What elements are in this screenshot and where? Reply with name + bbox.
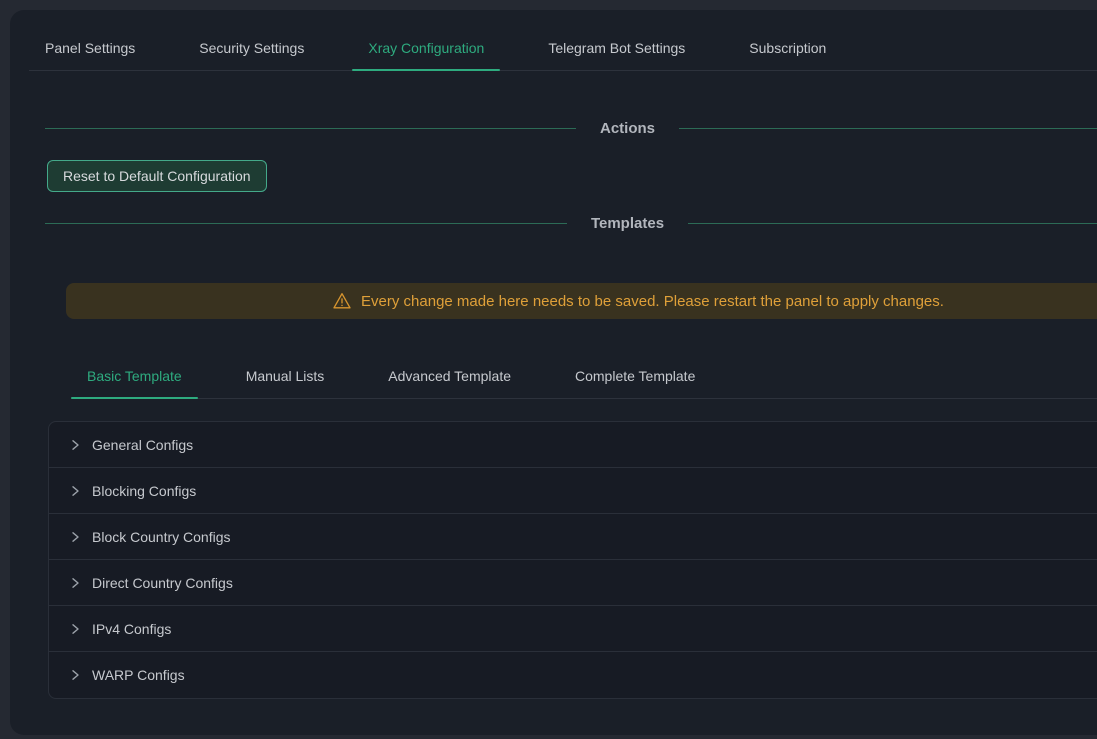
tab-subscription[interactable]: Subscription <box>733 26 842 70</box>
templates-divider-label: Templates <box>567 215 688 232</box>
config-panel-label: Blocking Configs <box>92 483 196 499</box>
template-tabbar: Basic Template Manual Lists Advanced Tem… <box>71 354 1097 399</box>
chevron-right-icon <box>69 577 81 589</box>
config-panel-label: WARP Configs <box>92 667 185 683</box>
tab-complete-template[interactable]: Complete Template <box>559 354 711 398</box>
settings-tab-label: Subscription <box>749 40 826 56</box>
template-tab-label: Manual Lists <box>246 368 325 384</box>
config-panel-label: General Configs <box>92 437 193 453</box>
tab-xray-configuration[interactable]: Xray Configuration <box>352 26 500 70</box>
reset-to-default-button[interactable]: Reset to Default Configuration <box>47 160 267 192</box>
settings-tab-label: Telegram Bot Settings <box>548 40 685 56</box>
settings-tabbar: Panel Settings Security Settings Xray Co… <box>29 10 1097 71</box>
actions-button-row: Reset to Default Configuration <box>47 160 1097 192</box>
restart-warning-text: Every change made here needs to be saved… <box>361 293 944 310</box>
panel-direct-country-configs[interactable]: Direct Country Configs <box>49 560 1097 606</box>
panel-ipv4-configs[interactable]: IPv4 Configs <box>49 606 1097 652</box>
restart-warning-alert: Every change made here needs to be saved… <box>66 283 1097 319</box>
chevron-right-icon <box>69 531 81 543</box>
config-panel-label: Block Country Configs <box>92 529 231 545</box>
warning-icon <box>332 291 352 311</box>
panel-block-country-configs[interactable]: Block Country Configs <box>49 514 1097 560</box>
chevron-right-icon <box>69 439 81 451</box>
tab-panel-settings[interactable]: Panel Settings <box>29 26 151 70</box>
template-tab-label: Advanced Template <box>388 368 511 384</box>
templates-divider: Templates <box>45 212 1097 234</box>
configs-accordion: General Configs Blocking Configs Block C… <box>48 421 1097 699</box>
settings-tab-label: Xray Configuration <box>368 40 484 56</box>
panel-general-configs[interactable]: General Configs <box>49 422 1097 468</box>
tab-telegram-bot-settings[interactable]: Telegram Bot Settings <box>532 26 701 70</box>
template-tab-label: Complete Template <box>575 368 695 384</box>
actions-divider-label: Actions <box>576 120 679 137</box>
config-panel-label: IPv4 Configs <box>92 621 171 637</box>
tab-security-settings[interactable]: Security Settings <box>183 26 320 70</box>
tab-basic-template[interactable]: Basic Template <box>71 354 198 398</box>
chevron-right-icon <box>69 669 81 681</box>
chevron-right-icon <box>69 485 81 497</box>
panel-blocking-configs[interactable]: Blocking Configs <box>49 468 1097 514</box>
tab-advanced-template[interactable]: Advanced Template <box>372 354 527 398</box>
template-tab-label: Basic Template <box>87 368 182 384</box>
chevron-right-icon <box>69 623 81 635</box>
tab-manual-lists[interactable]: Manual Lists <box>230 354 341 398</box>
config-panel-label: Direct Country Configs <box>92 575 233 591</box>
settings-tab-label: Security Settings <box>199 40 304 56</box>
panel-warp-configs[interactable]: WARP Configs <box>49 652 1097 698</box>
settings-card: Panel Settings Security Settings Xray Co… <box>10 10 1097 735</box>
actions-divider: Actions <box>45 117 1097 139</box>
settings-tab-label: Panel Settings <box>45 40 135 56</box>
